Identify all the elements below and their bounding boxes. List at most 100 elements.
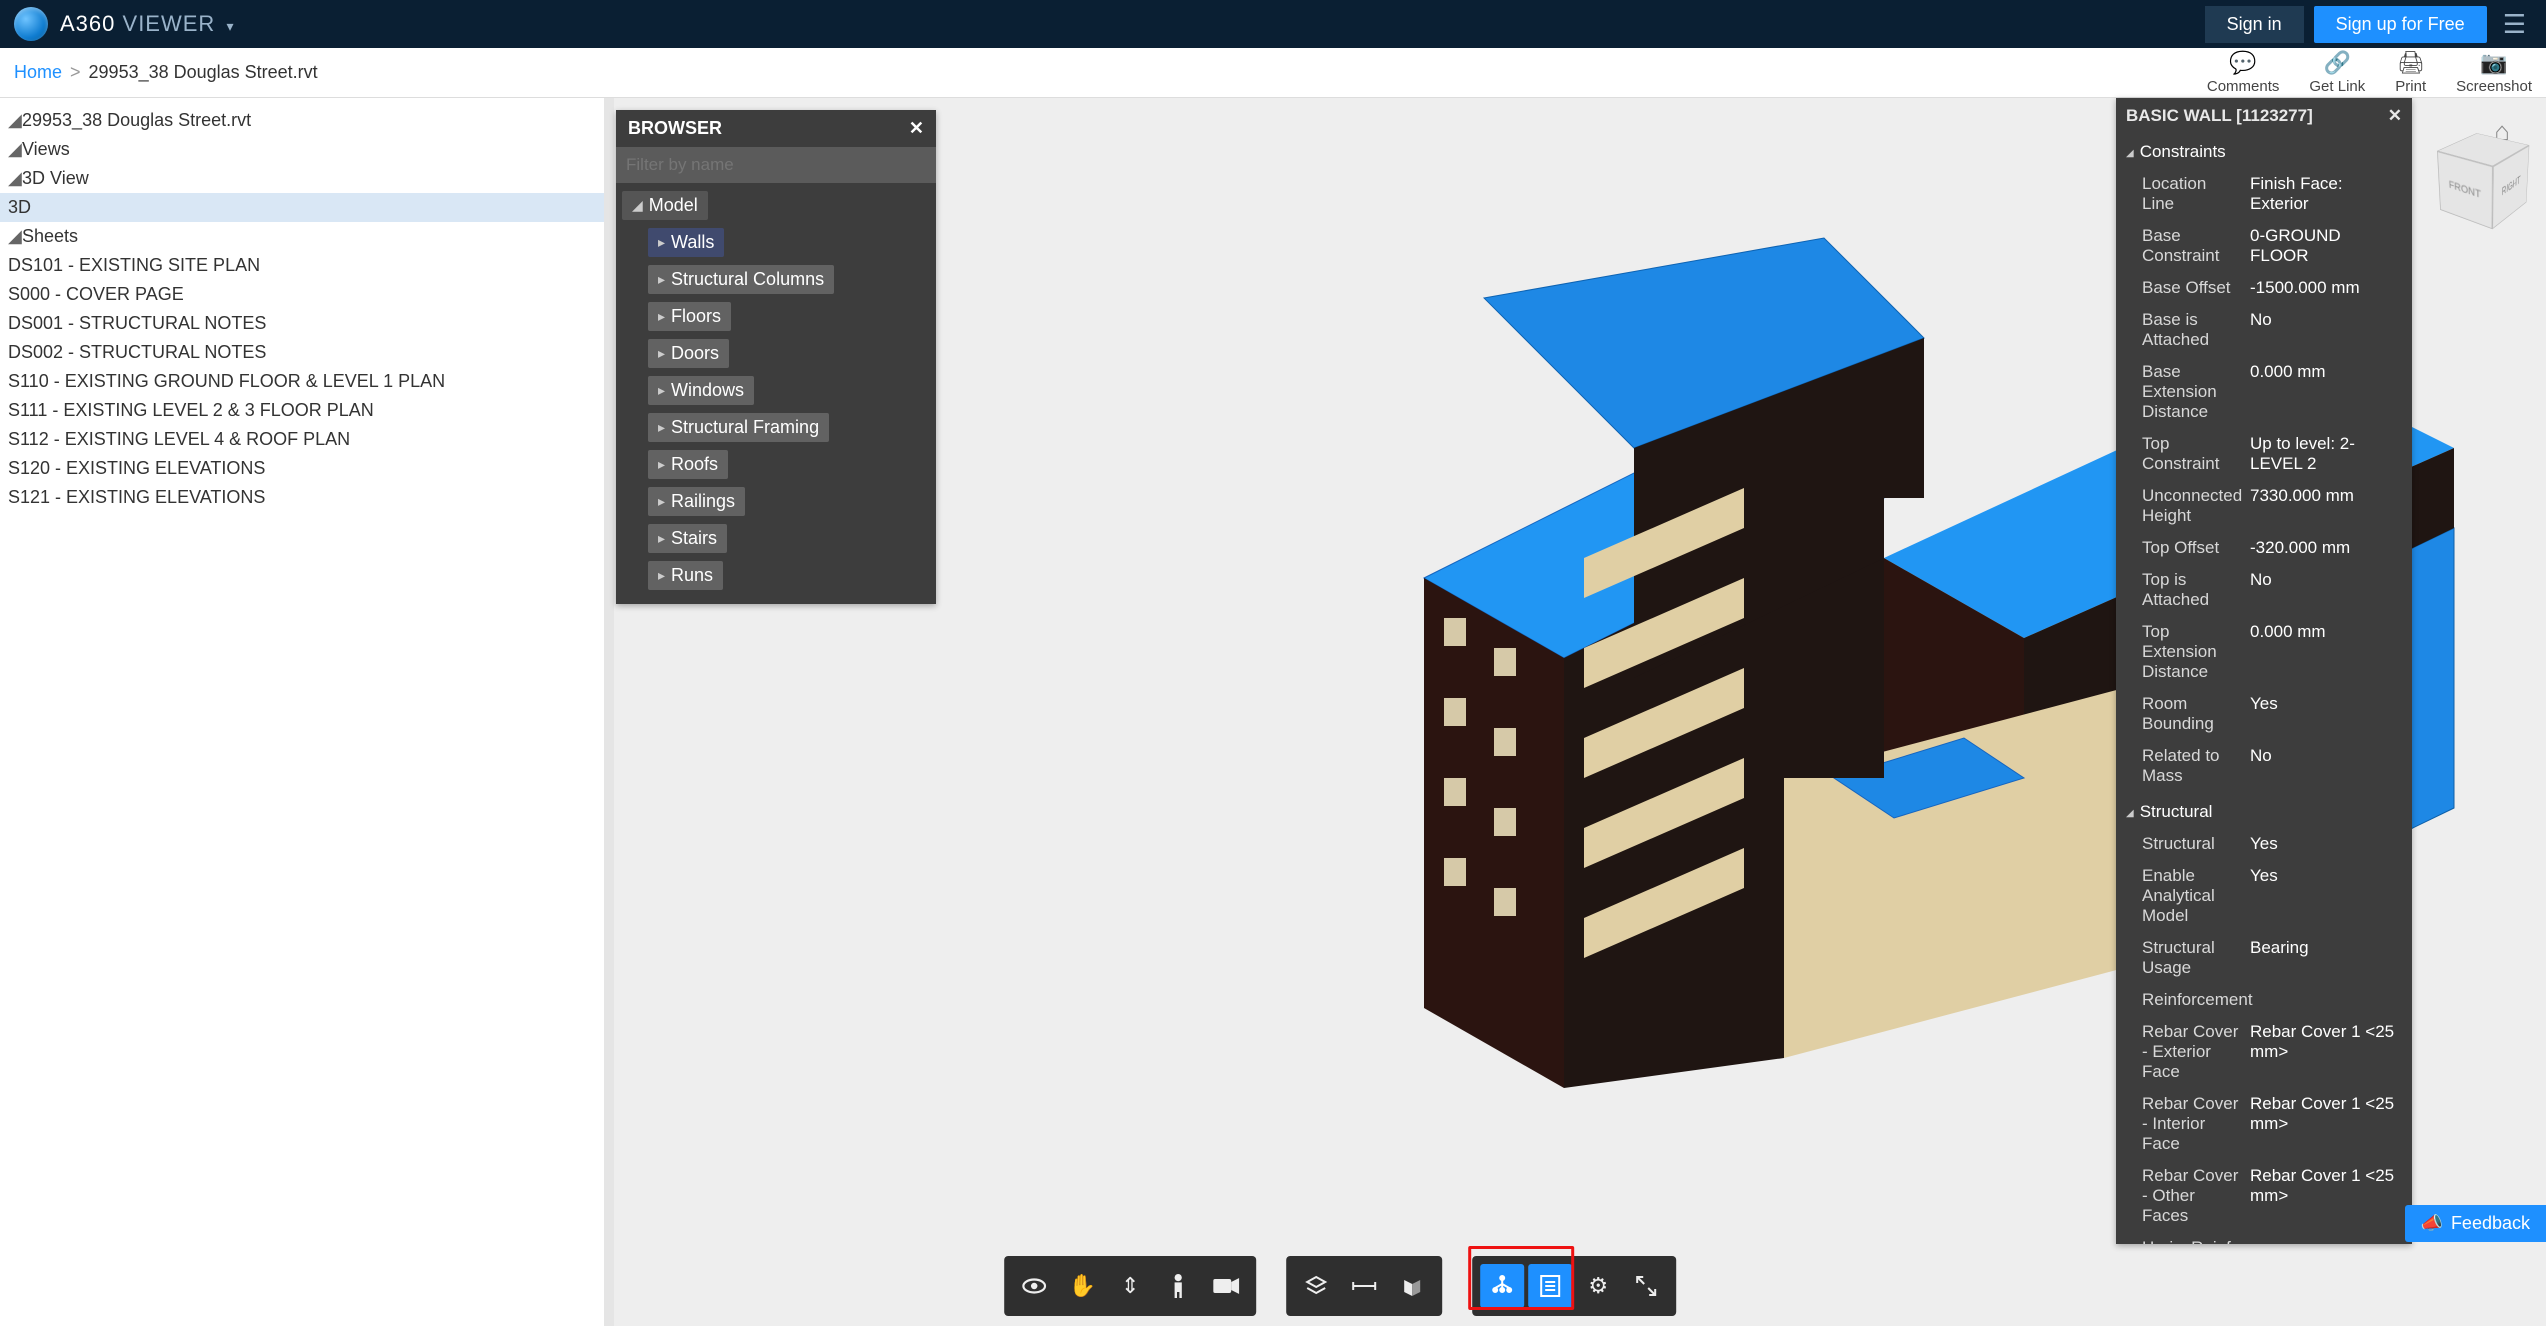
property-key: Related to Mass — [2142, 746, 2242, 786]
property-key: Horiz. Reinf — [2142, 1238, 2242, 1244]
camera-icon: 📷 — [2480, 50, 2507, 76]
sign-in-button[interactable]: Sign in — [2205, 6, 2304, 43]
viewer-toolbar: ✋ ⇕ ⚙ — [1004, 1256, 1676, 1316]
tree-sheet-item[interactable]: DS002 - STRUCTURAL NOTES — [0, 338, 604, 367]
measure-button[interactable] — [1342, 1264, 1386, 1308]
browser-node[interactable]: ▸Windows — [648, 376, 754, 405]
model-browser-panel[interactable]: BROWSER ✕ ◢Model ▸Walls▸Structural Colum… — [616, 110, 936, 604]
settings-button[interactable]: ⚙ — [1576, 1264, 1620, 1308]
zoom-button[interactable]: ⇕ — [1108, 1264, 1152, 1308]
viewcube[interactable]: FRONT RIGHT — [2446, 140, 2522, 216]
section-structural[interactable]: Structural — [2116, 796, 2412, 828]
browser-node[interactable]: ▸Floors — [648, 302, 731, 331]
comment-icon: 💬 — [2229, 50, 2256, 76]
fullscreen-button[interactable] — [1624, 1264, 1668, 1308]
browser-node[interactable]: ▸Stairs — [648, 524, 727, 553]
property-row: Top ConstraintUp to level: 2-LEVEL 2 — [2116, 428, 2412, 480]
print-action[interactable]: 🖨Print — [2395, 50, 2426, 95]
browser-node[interactable]: ▸Structural Columns — [648, 265, 834, 294]
property-row: Top Extension Distance0.000 mm — [2116, 616, 2412, 688]
property-value — [2250, 1238, 2402, 1244]
property-key: Base is Attached — [2142, 310, 2242, 350]
tree-sheets[interactable]: ◢Sheets — [0, 222, 604, 251]
close-icon[interactable]: ✕ — [909, 118, 924, 139]
chevron-down-icon[interactable]: ▾ — [226, 18, 234, 34]
window — [1494, 728, 1516, 756]
orbit-button[interactable] — [1012, 1264, 1056, 1308]
pan-button[interactable]: ✋ — [1060, 1264, 1104, 1308]
get-link-action[interactable]: 🔗Get Link — [2309, 50, 2365, 95]
property-key: Rebar Cover - Other Faces — [2142, 1166, 2242, 1226]
property-value: 0-GROUND FLOOR — [2250, 226, 2402, 266]
property-row: Base Extension Distance0.000 mm — [2116, 356, 2412, 428]
property-value: Bearing — [2250, 938, 2402, 978]
comments-label: Comments — [2207, 78, 2280, 95]
tree-sheet-item[interactable]: S120 - EXISTING ELEVATIONS — [0, 454, 604, 483]
property-value: 0.000 mm — [2250, 622, 2402, 682]
tree-sheet-item[interactable]: S121 - EXISTING ELEVATIONS — [0, 483, 604, 512]
property-row: Rebar Cover - Exterior FaceRebar Cover 1… — [2116, 1016, 2412, 1088]
tree-sheet-item[interactable]: S000 - COVER PAGE — [0, 280, 604, 309]
model-browser-button[interactable] — [1480, 1264, 1524, 1308]
breadcrumb: Home > 29953_38 Douglas Street.rvt — [14, 62, 318, 83]
tree-3d-view[interactable]: ◢3D View — [0, 164, 604, 193]
property-row: Base Constraint0-GROUND FLOOR — [2116, 220, 2412, 272]
window — [1444, 618, 1466, 646]
properties-button[interactable] — [1528, 1264, 1572, 1308]
close-icon[interactable]: ✕ — [2388, 106, 2402, 126]
sub-header: Home > 29953_38 Douglas Street.rvt 💬 Comm… — [0, 48, 2546, 98]
tree-sheet-item[interactable]: DS101 - EXISTING SITE PLAN — [0, 251, 604, 280]
property-value — [2250, 990, 2402, 1010]
property-value: Yes — [2250, 866, 2402, 926]
app-header: A360 VIEWER ▾ Sign in Sign up for Free ☰ — [0, 0, 2546, 48]
browser-node[interactable]: ▸Walls — [648, 228, 724, 257]
property-value: Rebar Cover 1 <25 mm> — [2250, 1166, 2402, 1226]
brand-b: VIEWER — [123, 11, 216, 36]
app-title[interactable]: A360 VIEWER ▾ — [60, 11, 234, 37]
tree-views[interactable]: ◢Views — [0, 135, 604, 164]
left-panel-scrollbar[interactable] — [604, 98, 614, 1326]
tree-root[interactable]: ◢29953_38 Douglas Street.rvt — [0, 106, 604, 135]
property-row: Base is AttachedNo — [2116, 304, 2412, 356]
project-browser[interactable]: ◢29953_38 Douglas Street.rvt ◢Views ◢3D … — [0, 98, 604, 1326]
property-value: 0.000 mm — [2250, 362, 2402, 422]
tree-sheet-item[interactable]: S112 - EXISTING LEVEL 4 & ROOF PLAN — [0, 425, 604, 454]
comments-action[interactable]: 💬 Comments — [2207, 50, 2280, 95]
app-logo — [14, 7, 48, 41]
property-key: Rebar Cover - Exterior Face — [2142, 1022, 2242, 1082]
feedback-button[interactable]: 📣 Feedback — [2405, 1205, 2546, 1242]
browser-filter-input[interactable] — [616, 147, 936, 183]
browser-node[interactable]: ▸Doors — [648, 339, 729, 368]
property-value: Yes — [2250, 834, 2402, 854]
section-button[interactable] — [1390, 1264, 1434, 1308]
explode-button[interactable] — [1294, 1264, 1338, 1308]
property-key: Structural Usage — [2142, 938, 2242, 978]
property-key: Unconnected Height — [2142, 486, 2242, 526]
tree-sheet-item[interactable]: S111 - EXISTING LEVEL 2 & 3 FLOOR PLAN — [0, 396, 604, 425]
first-person-button[interactable] — [1156, 1264, 1200, 1308]
browser-node[interactable]: ▸Railings — [648, 487, 745, 516]
breadcrumb-home[interactable]: Home — [14, 62, 62, 83]
browser-root-node[interactable]: ◢Model — [622, 191, 708, 220]
browser-node[interactable]: ▸Roofs — [648, 450, 728, 479]
hamburger-icon[interactable]: ☰ — [2497, 9, 2532, 40]
screenshot-label: Screenshot — [2456, 78, 2532, 95]
property-value: No — [2250, 746, 2402, 786]
tree-sheet-item[interactable]: S110 - EXISTING GROUND FLOOR & LEVEL 1 P… — [0, 367, 604, 396]
properties-panel[interactable]: BASIC WALL [1123277] ✕ Constraints Locat… — [2116, 98, 2412, 1244]
screenshot-action[interactable]: 📷 Screenshot — [2456, 50, 2532, 95]
browser-node[interactable]: ▸Structural Framing — [648, 413, 829, 442]
sign-up-button[interactable]: Sign up for Free — [2314, 6, 2487, 43]
window — [1444, 778, 1466, 806]
window — [1494, 888, 1516, 916]
section-constraints[interactable]: Constraints — [2116, 136, 2412, 168]
print-label: Print — [2395, 78, 2426, 95]
tree-3d-item[interactable]: 3D — [0, 193, 604, 222]
tree-sheet-item[interactable]: DS001 - STRUCTURAL NOTES — [0, 309, 604, 338]
property-row: StructuralYes — [2116, 828, 2412, 860]
window — [1444, 698, 1466, 726]
camera-button[interactable] — [1204, 1264, 1248, 1308]
property-key: Room Bounding — [2142, 694, 2242, 734]
window — [1494, 648, 1516, 676]
browser-node[interactable]: ▸Runs — [648, 561, 723, 590]
